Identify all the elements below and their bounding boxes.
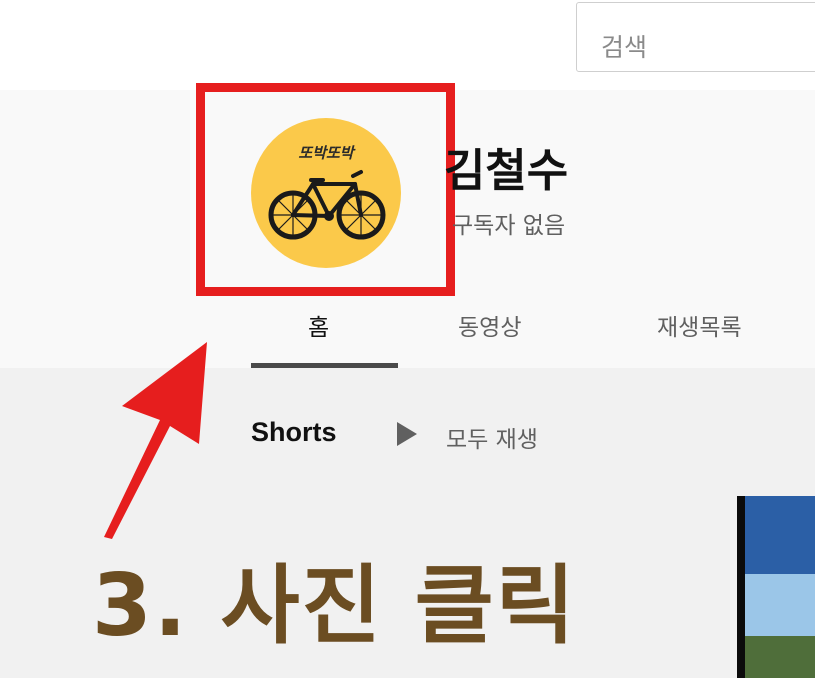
instruction-text: 3. 사진 클릭	[92, 556, 577, 656]
